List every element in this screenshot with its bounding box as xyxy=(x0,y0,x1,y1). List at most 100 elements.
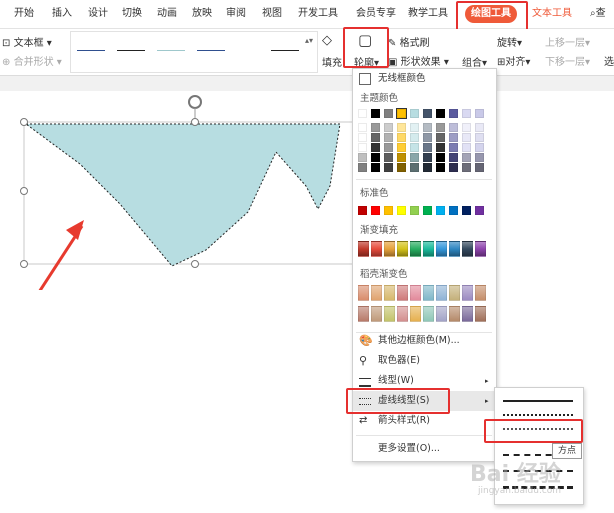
textbox-button[interactable]: ⊡ 文本框 ▾ xyxy=(2,34,52,49)
light-gradient-swatch[interactable] xyxy=(384,285,395,301)
light-gradient-swatch[interactable] xyxy=(371,306,382,322)
theme-color-swatch[interactable] xyxy=(462,123,471,132)
theme-color-swatch[interactable] xyxy=(384,123,393,132)
resize-handle-ml[interactable] xyxy=(20,187,28,195)
line-style-4[interactable] xyxy=(197,50,225,51)
light-gradient-swatch[interactable] xyxy=(462,306,473,322)
theme-color-swatch[interactable] xyxy=(423,123,432,132)
light-gradient-swatch[interactable] xyxy=(462,285,473,301)
theme-color-swatch[interactable] xyxy=(384,153,393,162)
theme-color-swatch[interactable] xyxy=(423,143,432,152)
light-gradient-swatch[interactable] xyxy=(449,285,460,301)
theme-color-swatch[interactable] xyxy=(384,163,393,172)
theme-color-swatch[interactable] xyxy=(436,133,445,142)
light-gradient-swatch[interactable] xyxy=(449,306,460,322)
theme-color-swatch[interactable] xyxy=(397,143,406,152)
dash-solid[interactable] xyxy=(503,400,573,402)
tab-developer[interactable]: 开发工具 xyxy=(298,0,338,28)
line-style-5[interactable] xyxy=(271,50,299,51)
standard-color-swatch[interactable] xyxy=(475,206,484,215)
theme-color-swatch[interactable] xyxy=(410,163,419,172)
theme-color-swatch[interactable] xyxy=(358,123,367,132)
gradient-color-swatch[interactable] xyxy=(436,241,447,257)
light-gradient-swatch[interactable] xyxy=(475,306,486,322)
light-gradient-swatch[interactable] xyxy=(358,285,369,301)
theme-color-swatch[interactable] xyxy=(371,109,380,118)
theme-color-swatch[interactable] xyxy=(358,143,367,152)
theme-color-swatch[interactable] xyxy=(436,143,445,152)
format-painter-button[interactable]: ✎ 格式刷 xyxy=(388,34,430,49)
resize-handle-tl[interactable] xyxy=(20,118,28,126)
mountain-shape[interactable] xyxy=(24,123,341,267)
group-button[interactable]: 组合▾ xyxy=(462,54,487,69)
theme-color-swatch[interactable] xyxy=(371,153,380,162)
theme-color-swatch[interactable] xyxy=(410,123,419,132)
standard-color-swatch[interactable] xyxy=(358,206,367,215)
standard-color-swatch[interactable] xyxy=(449,206,458,215)
line-style-1[interactable] xyxy=(77,50,105,51)
shape-effects-button[interactable]: ▣ 形状效果 ▾ xyxy=(388,53,449,68)
tab-animation[interactable]: 动画 xyxy=(157,0,177,28)
gradient-color-swatch[interactable] xyxy=(358,241,369,257)
gradient-color-swatch[interactable] xyxy=(475,241,486,257)
rotate-handle-icon[interactable] xyxy=(188,95,202,109)
line-style-3[interactable] xyxy=(157,50,185,51)
light-gradient-swatch[interactable] xyxy=(436,285,447,301)
theme-color-swatch[interactable] xyxy=(423,109,432,118)
gradient-color-swatch[interactable] xyxy=(410,241,421,257)
tab-teaching[interactable]: 教学工具 xyxy=(408,0,448,28)
theme-color-swatch[interactable] xyxy=(397,133,406,142)
no-outline-item[interactable]: 无线框颜色 xyxy=(353,69,496,89)
search-icon[interactable]: ⌕查 xyxy=(590,0,606,28)
theme-color-swatch[interactable] xyxy=(371,123,380,132)
fill-icon[interactable]: ◇ xyxy=(322,33,332,48)
resize-handle-bc[interactable] xyxy=(191,260,199,268)
theme-color-swatch[interactable] xyxy=(410,153,419,162)
theme-color-swatch[interactable] xyxy=(475,133,484,142)
standard-color-swatch[interactable] xyxy=(410,206,419,215)
theme-color-swatch[interactable] xyxy=(462,133,471,142)
tab-home[interactable]: 开始 xyxy=(14,0,34,28)
theme-color-swatch[interactable] xyxy=(371,133,380,142)
send-backward-button[interactable]: 下移一层▾ xyxy=(545,53,590,68)
light-gradient-swatch[interactable] xyxy=(423,306,434,322)
theme-color-swatch[interactable] xyxy=(436,109,445,118)
gradient-color-swatch[interactable] xyxy=(384,241,395,257)
theme-color-swatch[interactable] xyxy=(462,153,471,162)
theme-color-swatch[interactable] xyxy=(397,153,406,162)
gradient-color-swatch[interactable] xyxy=(449,241,460,257)
tab-view[interactable]: 视图 xyxy=(262,0,282,28)
standard-color-swatch[interactable] xyxy=(462,206,471,215)
theme-color-swatch[interactable] xyxy=(449,123,458,132)
theme-color-swatch[interactable] xyxy=(371,163,380,172)
theme-color-swatch[interactable] xyxy=(449,153,458,162)
theme-color-swatch[interactable] xyxy=(410,109,419,118)
tab-member[interactable]: 会员专享 xyxy=(356,0,396,28)
light-gradient-swatch[interactable] xyxy=(397,306,408,322)
tab-transition[interactable]: 切换 xyxy=(122,0,142,28)
theme-color-swatch[interactable] xyxy=(358,109,367,118)
theme-color-swatch[interactable] xyxy=(475,163,484,172)
theme-color-swatch[interactable] xyxy=(475,143,484,152)
gradient-color-swatch[interactable] xyxy=(371,241,382,257)
theme-color-swatch[interactable] xyxy=(423,133,432,142)
more-colors-item[interactable]: 🎨 其他边框颜色(M)... xyxy=(353,331,496,351)
standard-color-swatch[interactable] xyxy=(423,206,432,215)
theme-color-swatch[interactable] xyxy=(436,123,445,132)
tab-design[interactable]: 设计 xyxy=(88,0,108,28)
light-gradient-swatch[interactable] xyxy=(384,306,395,322)
theme-color-swatch[interactable] xyxy=(397,163,406,172)
theme-color-swatch[interactable] xyxy=(371,143,380,152)
tab-slideshow[interactable]: 放映 xyxy=(192,0,212,28)
arrow-style-item[interactable]: ⇄ 箭头样式(R) xyxy=(353,411,496,431)
theme-color-swatch[interactable] xyxy=(475,153,484,162)
line-style-2[interactable] xyxy=(117,50,145,51)
light-gradient-swatch[interactable] xyxy=(423,285,434,301)
theme-color-swatch[interactable] xyxy=(462,163,471,172)
rotate-button[interactable]: 旋转▾ xyxy=(497,34,522,49)
light-gradient-swatch[interactable] xyxy=(410,306,421,322)
gradient-color-swatch[interactable] xyxy=(462,241,473,257)
theme-color-swatch[interactable] xyxy=(462,143,471,152)
theme-color-swatch[interactable] xyxy=(436,153,445,162)
merge-shapes-button[interactable]: ⊕ 合并形状 ▾ xyxy=(2,53,62,68)
